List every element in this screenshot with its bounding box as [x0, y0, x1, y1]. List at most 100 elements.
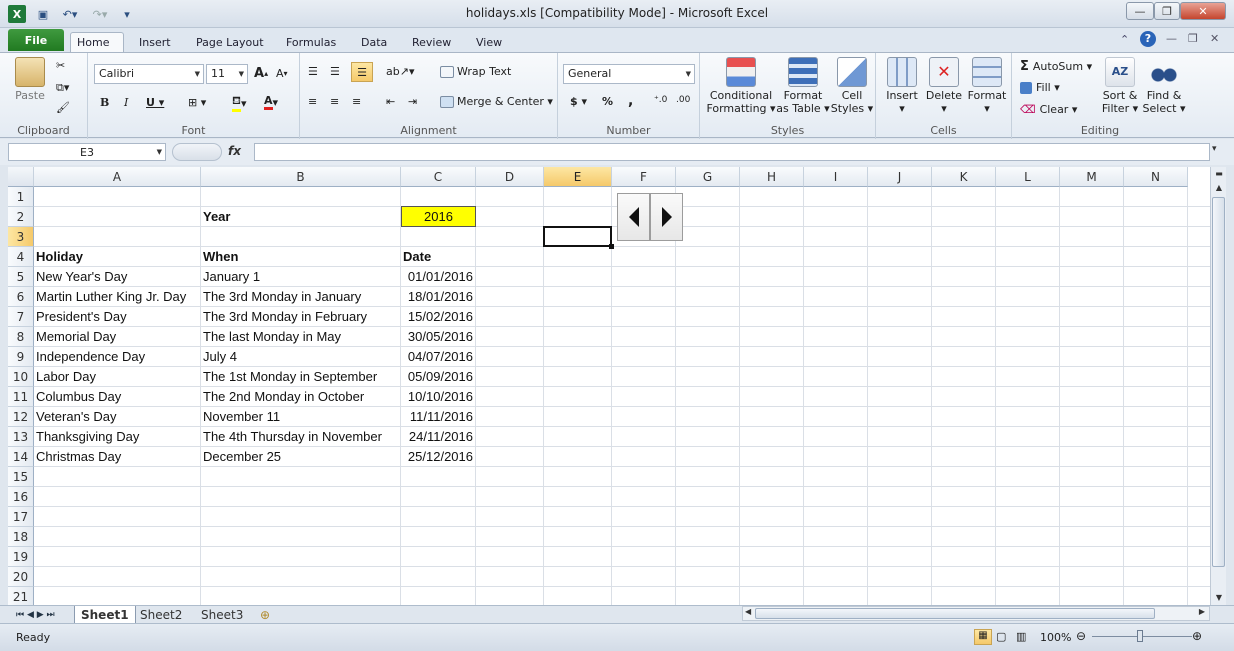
column-header-C[interactable]: C: [401, 167, 476, 187]
split-icon[interactable]: ▬: [1212, 167, 1226, 181]
paste-button[interactable]: Paste: [10, 57, 50, 102]
holiday-when-cell[interactable]: January 1: [201, 267, 401, 287]
page-break-view-icon[interactable]: ▥: [1016, 630, 1026, 643]
cell-C4[interactable]: Date: [401, 247, 476, 267]
find-select-button[interactable]: Find & Select ▾: [1142, 57, 1186, 115]
row-header-18[interactable]: 18: [8, 527, 34, 547]
holiday-name-cell[interactable]: Thanksgiving Day: [34, 427, 201, 447]
holiday-date-cell[interactable]: 25/12/2016: [401, 447, 476, 467]
holiday-date-cell[interactable]: 15/02/2016: [401, 307, 476, 327]
formula-input[interactable]: [254, 143, 1210, 161]
column-header-A[interactable]: A: [34, 167, 201, 187]
fill-handle[interactable]: [609, 244, 614, 249]
column-header-D[interactable]: D: [476, 167, 544, 187]
align-left-icon[interactable]: ≡: [308, 95, 317, 108]
holiday-name-cell[interactable]: Memorial Day: [34, 327, 201, 347]
row-header-6[interactable]: 6: [8, 287, 34, 307]
holiday-name-cell[interactable]: Columbus Day: [34, 387, 201, 407]
vertical-scrollbar[interactable]: ▬ ▲ ▼: [1210, 167, 1226, 605]
scroll-right-icon[interactable]: ▶: [1199, 607, 1205, 616]
horizontal-scrollbar[interactable]: ▶ ◀: [742, 606, 1210, 621]
holiday-date-cell[interactable]: 24/11/2016: [401, 427, 476, 447]
cut-icon[interactable]: ✂: [56, 59, 65, 72]
tab-page-layout[interactable]: Page Layout: [190, 32, 270, 52]
holiday-when-cell[interactable]: November 11: [201, 407, 401, 427]
row-header-2[interactable]: 2: [8, 207, 34, 227]
italic-button[interactable]: I: [124, 96, 128, 109]
orientation-icon[interactable]: ab↗▾: [386, 65, 414, 78]
row-header-9[interactable]: 9: [8, 347, 34, 367]
doc-minimize-icon[interactable]: —: [1166, 32, 1177, 45]
column-header-K[interactable]: K: [932, 167, 996, 187]
select-all-corner[interactable]: [8, 167, 34, 187]
sheet-nav-icons[interactable]: ⏮ ◀ ▶ ⏭: [10, 606, 61, 624]
shrink-font-icon[interactable]: A ▾: [276, 67, 288, 80]
row-header-11[interactable]: 11: [8, 387, 34, 407]
holiday-when-cell[interactable]: July 4: [201, 347, 401, 367]
wrap-text-button[interactable]: Wrap Text: [440, 65, 511, 78]
row-header-4[interactable]: 4: [8, 247, 34, 267]
holiday-date-cell[interactable]: 01/01/2016: [401, 267, 476, 287]
tab-home[interactable]: Home: [70, 32, 124, 52]
holiday-when-cell[interactable]: The 4th Thursday in November: [201, 427, 401, 447]
column-header-F[interactable]: F: [612, 167, 676, 187]
cell-A4[interactable]: Holiday: [34, 247, 201, 267]
active-cell-E3[interactable]: [543, 226, 612, 247]
row-header-15[interactable]: 15: [8, 467, 34, 487]
align-bottom-icon[interactable]: ☰: [351, 62, 373, 82]
row-header-10[interactable]: 10: [8, 367, 34, 387]
holiday-date-cell[interactable]: 10/10/2016: [401, 387, 476, 407]
row-header-19[interactable]: 19: [8, 547, 34, 567]
format-cells-button[interactable]: Format ▾: [966, 57, 1008, 115]
borders-icon[interactable]: ⊞ ▾: [188, 96, 206, 109]
zoom-slider-thumb[interactable]: [1137, 630, 1143, 642]
holiday-when-cell[interactable]: The 2nd Monday in October: [201, 387, 401, 407]
zoom-out-icon[interactable]: ⊖: [1076, 629, 1086, 643]
fill-color-icon[interactable]: ⛾ ▾: [232, 94, 247, 112]
grow-font-icon[interactable]: A ▴: [254, 66, 268, 81]
scroll-left-icon[interactable]: ◀: [745, 607, 751, 616]
holiday-date-cell[interactable]: 05/09/2016: [401, 367, 476, 387]
holiday-name-cell[interactable]: Christmas Day: [34, 447, 201, 467]
increase-indent-icon[interactable]: ⇥: [408, 95, 417, 108]
tab-formulas[interactable]: Formulas: [280, 32, 342, 52]
worksheet-grid[interactable]: ABCDEFGHIJKLMN 1 2 3 4 5 6 7 8 9 10 11 12 13 14 15 16 17…: [8, 167, 1210, 605]
format-as-table-button[interactable]: Format as Table ▾: [776, 57, 830, 115]
row-header-21[interactable]: 21: [8, 587, 34, 605]
holiday-when-cell[interactable]: The 3rd Monday in January: [201, 287, 401, 307]
holiday-when-cell[interactable]: The last Monday in May: [201, 327, 401, 347]
decrease-decimal-icon[interactable]: .00: [676, 95, 690, 105]
sheet-tab-3[interactable]: Sheet3: [195, 606, 249, 624]
column-header-I[interactable]: I: [804, 167, 868, 187]
expand-formula-bar-icon[interactable]: ▾: [1212, 144, 1217, 154]
align-right-icon[interactable]: ≡: [352, 95, 361, 108]
column-header-J[interactable]: J: [868, 167, 932, 187]
doc-close-icon[interactable]: ✕: [1210, 32, 1219, 45]
font-color-icon[interactable]: A ▾: [264, 94, 278, 110]
holiday-name-cell[interactable]: President's Day: [34, 307, 201, 327]
holiday-date-cell[interactable]: 11/11/2016: [401, 407, 476, 427]
page-layout-view-icon[interactable]: ▢: [996, 630, 1006, 643]
bold-button[interactable]: B: [100, 96, 109, 109]
number-format-select[interactable]: General ▼: [563, 64, 695, 84]
column-header-G[interactable]: G: [676, 167, 740, 187]
maximize-button[interactable]: ❐: [1154, 2, 1180, 20]
percent-button[interactable]: %: [602, 95, 613, 108]
cell-B2[interactable]: Year: [201, 207, 401, 227]
row-header-8[interactable]: 8: [8, 327, 34, 347]
zoom-level[interactable]: 100%: [1040, 631, 1071, 644]
holiday-when-cell[interactable]: The 1st Monday in September: [201, 367, 401, 387]
sort-filter-button[interactable]: AZ Sort & Filter ▾: [1098, 57, 1142, 115]
row-header-12[interactable]: 12: [8, 407, 34, 427]
scroll-down-icon[interactable]: ▼: [1212, 591, 1226, 605]
tab-insert[interactable]: Insert: [133, 32, 177, 52]
help-icon[interactable]: ?: [1140, 31, 1156, 47]
holiday-when-cell[interactable]: December 25: [201, 447, 401, 467]
row-header-5[interactable]: 5: [8, 267, 34, 287]
merge-center-button[interactable]: Merge & Center ▾: [440, 95, 553, 108]
row-header-13[interactable]: 13: [8, 427, 34, 447]
holiday-when-cell[interactable]: The 3rd Monday in February: [201, 307, 401, 327]
column-header-B[interactable]: B: [201, 167, 401, 187]
format-painter-icon[interactable]: 🖌: [56, 101, 70, 114]
font-size-select[interactable]: 11 ▼: [206, 64, 248, 84]
